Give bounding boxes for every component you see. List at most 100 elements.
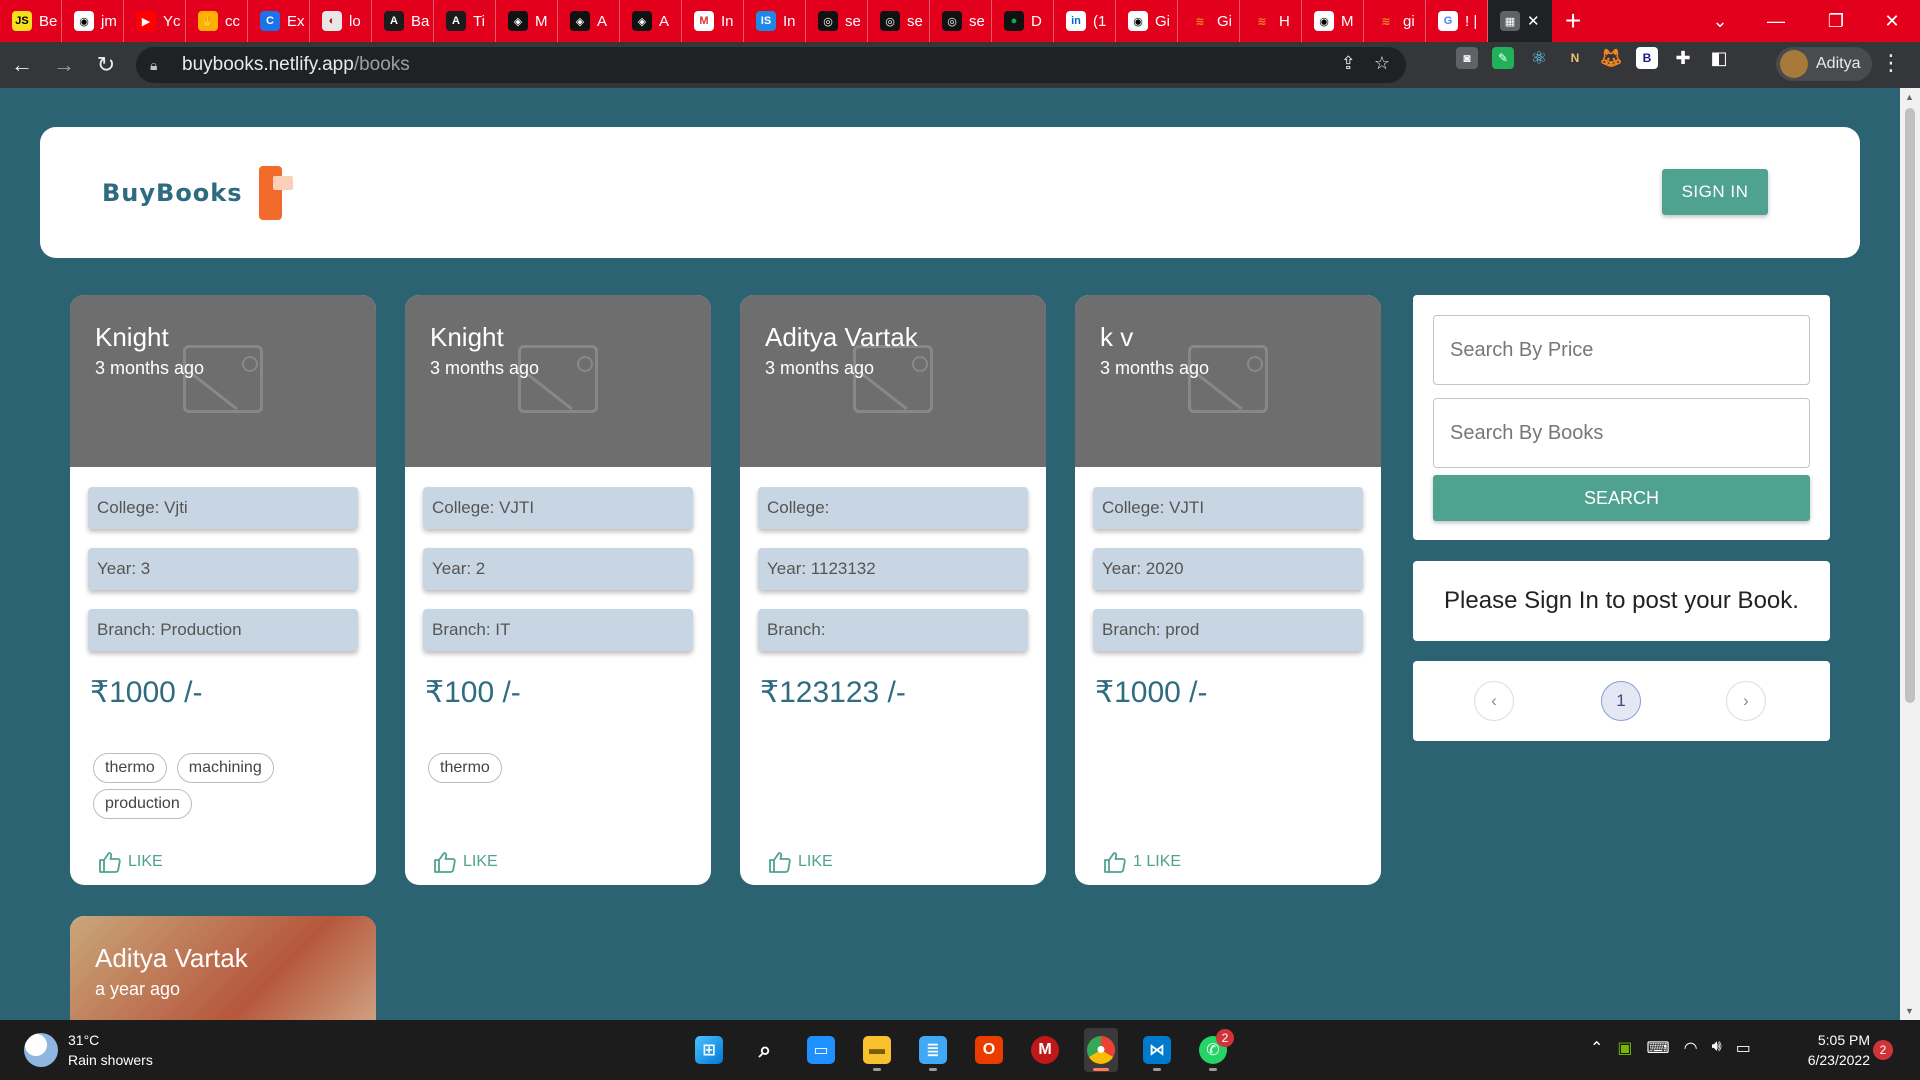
browser-tab[interactable]: ≋ H: [1240, 0, 1302, 42]
back-icon[interactable]: ←: [2, 45, 42, 85]
browser-tab[interactable]: ◈ M: [496, 0, 558, 42]
forward-icon[interactable]: →: [44, 45, 84, 85]
extensions-area: ◙ ✎ ⚛ N 🦊︎ B ✚ ◧: [1456, 47, 1730, 69]
browser-tab[interactable]: C Ex: [248, 0, 310, 42]
browser-tab[interactable]: ◉ Gi: [1116, 0, 1178, 42]
year-field: Year: 1123132: [758, 548, 1028, 590]
bookmark-star-icon[interactable]: ☆: [1374, 53, 1390, 74]
minimize-icon[interactable]: —: [1746, 0, 1806, 42]
browser-tab[interactable]: A Ti: [434, 0, 496, 42]
browser-tab[interactable]: IS In: [744, 0, 806, 42]
b-extension-icon[interactable]: B: [1636, 47, 1658, 69]
browser-tab[interactable]: G ! |: [1426, 0, 1488, 42]
task-view-button[interactable]: ▭: [804, 1028, 838, 1072]
like-button[interactable]: 1 LIKE: [1103, 851, 1181, 873]
book-card[interactable]: k v 3 months ago College: VJTI Year: 2020 Br…: [1075, 295, 1381, 885]
profile-button[interactable]: Aditya: [1776, 47, 1872, 81]
file-explorer-button[interactable]: ▬: [860, 1028, 894, 1072]
search-by-books-input[interactable]: [1433, 398, 1810, 468]
tag-chip[interactable]: thermo: [428, 753, 502, 783]
book-card[interactable]: Knight 3 months ago College: Vjti Year: 3 Br…: [70, 295, 376, 885]
browser-tab-active[interactable]: ▦ ✕: [1488, 0, 1552, 42]
browser-tab[interactable]: ◈ A: [558, 0, 620, 42]
search-button[interactable]: SEARCH: [1433, 475, 1810, 521]
menu-kebab-icon[interactable]: ⋮: [1880, 50, 1902, 76]
new-tab-button[interactable]: +: [1552, 0, 1594, 42]
grammar-extension-icon[interactable]: ✎: [1492, 47, 1514, 69]
scroll-down-icon[interactable]: ▼: [1905, 1006, 1914, 1016]
chevron-up-icon[interactable]: ⌃: [1590, 1038, 1603, 1058]
address-bar[interactable]: 🔒︎ buybooks.netlify.app/books ⇪ ☆: [136, 47, 1406, 83]
browser-tab[interactable]: ≋ Gi: [1178, 0, 1240, 42]
share-icon[interactable]: ⇪: [1341, 53, 1356, 74]
chrome-button[interactable]: ●: [1084, 1028, 1118, 1072]
tag-chip[interactable]: machining: [176, 753, 274, 783]
close-window-icon[interactable]: ✕: [1862, 0, 1920, 42]
browser-tab[interactable]: A Ba: [372, 0, 434, 42]
page-scrollbar[interactable]: ▲ ▼: [1900, 88, 1920, 1020]
page-1-button[interactable]: 1: [1601, 681, 1641, 721]
browser-tab[interactable]: in (1: [1054, 0, 1116, 42]
next-page-button[interactable]: ›: [1726, 681, 1766, 721]
browser-tab[interactable]: ● D: [992, 0, 1054, 42]
sign-in-button[interactable]: SIGN IN: [1662, 169, 1768, 215]
search-by-price-input[interactable]: [1433, 315, 1810, 385]
notepad-button[interactable]: ≣: [916, 1028, 950, 1072]
book-image-placeholder: [405, 295, 711, 467]
wifi-icon[interactable]: ◠: [1684, 1038, 1698, 1058]
battery-icon[interactable]: ▭: [1736, 1038, 1751, 1058]
react-devtools-icon[interactable]: ⚛: [1528, 47, 1550, 69]
browser-tab[interactable]: ◎ se: [806, 0, 868, 42]
scroll-thumb[interactable]: [1905, 108, 1915, 703]
logo[interactable]: BuyBooks: [102, 143, 294, 243]
restore-icon[interactable]: ❐: [1806, 0, 1866, 42]
volume-icon[interactable]: 🔊︎: [1712, 1038, 1722, 1058]
whatsapp-button[interactable]: ✆ 2: [1196, 1028, 1234, 1072]
metamask-icon[interactable]: 🦊︎: [1600, 47, 1623, 69]
book-card-partial[interactable]: Aditya Vartak a year ago: [70, 916, 376, 1036]
search-button-taskbar[interactable]: ⌕: [748, 1028, 782, 1072]
tab-search-icon[interactable]: ⌄: [1690, 0, 1750, 42]
extensions-puzzle-icon[interactable]: ✚: [1672, 47, 1694, 69]
office-button[interactable]: O: [972, 1028, 1006, 1072]
like-button[interactable]: LIKE: [98, 851, 163, 873]
browser-tab[interactable]: ◎ se: [868, 0, 930, 42]
browser-tab[interactable]: ◎ se: [930, 0, 992, 42]
book-card[interactable]: Knight 3 months ago College: VJTI Year: 2 Br…: [405, 295, 711, 885]
vscode-icon: ⋈: [1143, 1036, 1171, 1064]
vscode-button[interactable]: ⋈: [1140, 1028, 1174, 1072]
mcafee-button[interactable]: M: [1028, 1028, 1062, 1072]
weather-widget[interactable]: 31°C Rain showers: [24, 1030, 153, 1070]
browser-tab[interactable]: ▶ Yc: [124, 0, 186, 42]
screenshot-extension-icon[interactable]: ◙: [1456, 47, 1478, 69]
notion-extension-icon[interactable]: N: [1564, 47, 1586, 69]
codepen-icon: ◈: [570, 11, 590, 31]
like-label: 1 LIKE: [1133, 853, 1182, 870]
browser-tab[interactable]: ≋ gi: [1364, 0, 1426, 42]
like-button[interactable]: LIKE: [433, 851, 498, 873]
close-tab-icon[interactable]: ✕: [1527, 12, 1540, 30]
weather-icon: [24, 1033, 58, 1067]
prev-page-button[interactable]: ‹: [1474, 681, 1514, 721]
browser-tab[interactable]: M In: [682, 0, 744, 42]
book-card[interactable]: Aditya Vartak 3 months ago College: Year: 1…: [740, 295, 1046, 885]
year-field: Year: 2: [423, 548, 693, 590]
nvidia-icon[interactable]: ▣: [1617, 1038, 1632, 1058]
browser-tab[interactable]: ◉ jm: [62, 0, 124, 42]
reload-icon[interactable]: ↻: [86, 45, 126, 85]
browser-tab[interactable]: ✋ cc: [186, 0, 248, 42]
tab-label: M: [1341, 12, 1354, 30]
browser-tab[interactable]: ◐ lo: [310, 0, 372, 42]
start-button[interactable]: ⊞: [692, 1028, 726, 1072]
keyboard-icon[interactable]: ⌨: [1647, 1038, 1670, 1058]
scroll-up-icon[interactable]: ▲: [1905, 92, 1914, 102]
notification-badge[interactable]: 2: [1873, 1040, 1893, 1060]
like-button[interactable]: LIKE: [768, 851, 833, 873]
browser-tab[interactable]: ◈ A: [620, 0, 682, 42]
clock[interactable]: 5:05 PM 6/23/2022: [1790, 1030, 1870, 1070]
browser-tab[interactable]: ◉ M: [1302, 0, 1364, 42]
side-panel-icon[interactable]: ◧: [1708, 47, 1730, 69]
browser-tab[interactable]: JS Be: [0, 0, 62, 42]
tag-chip[interactable]: production: [93, 789, 192, 819]
tag-chip[interactable]: thermo: [93, 753, 167, 783]
